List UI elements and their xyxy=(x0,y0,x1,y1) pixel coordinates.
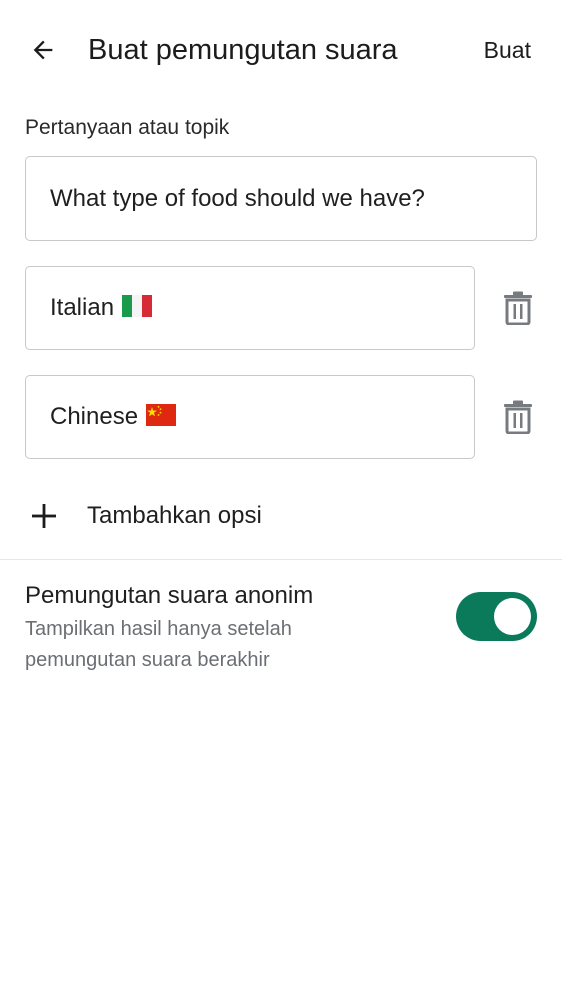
page-title: Buat pemungutan suara xyxy=(88,34,398,66)
delete-option-2-button[interactable] xyxy=(498,395,538,439)
question-label: Pertanyaan atau topik xyxy=(25,116,230,139)
add-option-label: Tambahkan opsi xyxy=(87,502,262,529)
create-button[interactable]: Buat xyxy=(484,30,531,70)
trash-icon xyxy=(504,291,532,325)
anonymous-poll-title: Pemungutan suara anonim xyxy=(25,582,314,609)
plus-icon xyxy=(22,494,66,538)
back-button[interactable] xyxy=(18,26,68,74)
china-flag-icon xyxy=(146,404,177,426)
app-bar: Buat pemungutan suara Buat xyxy=(0,0,562,100)
delete-option-1-button[interactable] xyxy=(498,286,538,330)
arrow-back-icon xyxy=(33,40,53,60)
anonymous-poll-toggle[interactable] xyxy=(456,592,537,641)
trash-icon xyxy=(504,400,532,434)
section-divider xyxy=(0,559,562,560)
option-1-value: Italian xyxy=(50,294,115,321)
option-2-value: Chinese xyxy=(50,403,139,430)
create-poll-screen: Buat pemungutan suara Buat Pertanyaan at… xyxy=(0,0,562,1000)
toggle-knob xyxy=(494,598,531,635)
question-input-value: What type of food should we have? xyxy=(50,184,425,212)
question-input[interactable]: What type of food should we have? xyxy=(25,156,537,241)
anonymous-poll-description: Tampilkan hasil hanya setelah pemungutan… xyxy=(25,618,292,671)
option-input-2[interactable]: Chinese xyxy=(25,375,475,459)
add-option-button[interactable]: Tambahkan opsi xyxy=(22,490,322,542)
option-input-1[interactable]: Italian xyxy=(25,266,475,350)
italy-flag-icon xyxy=(122,295,153,317)
